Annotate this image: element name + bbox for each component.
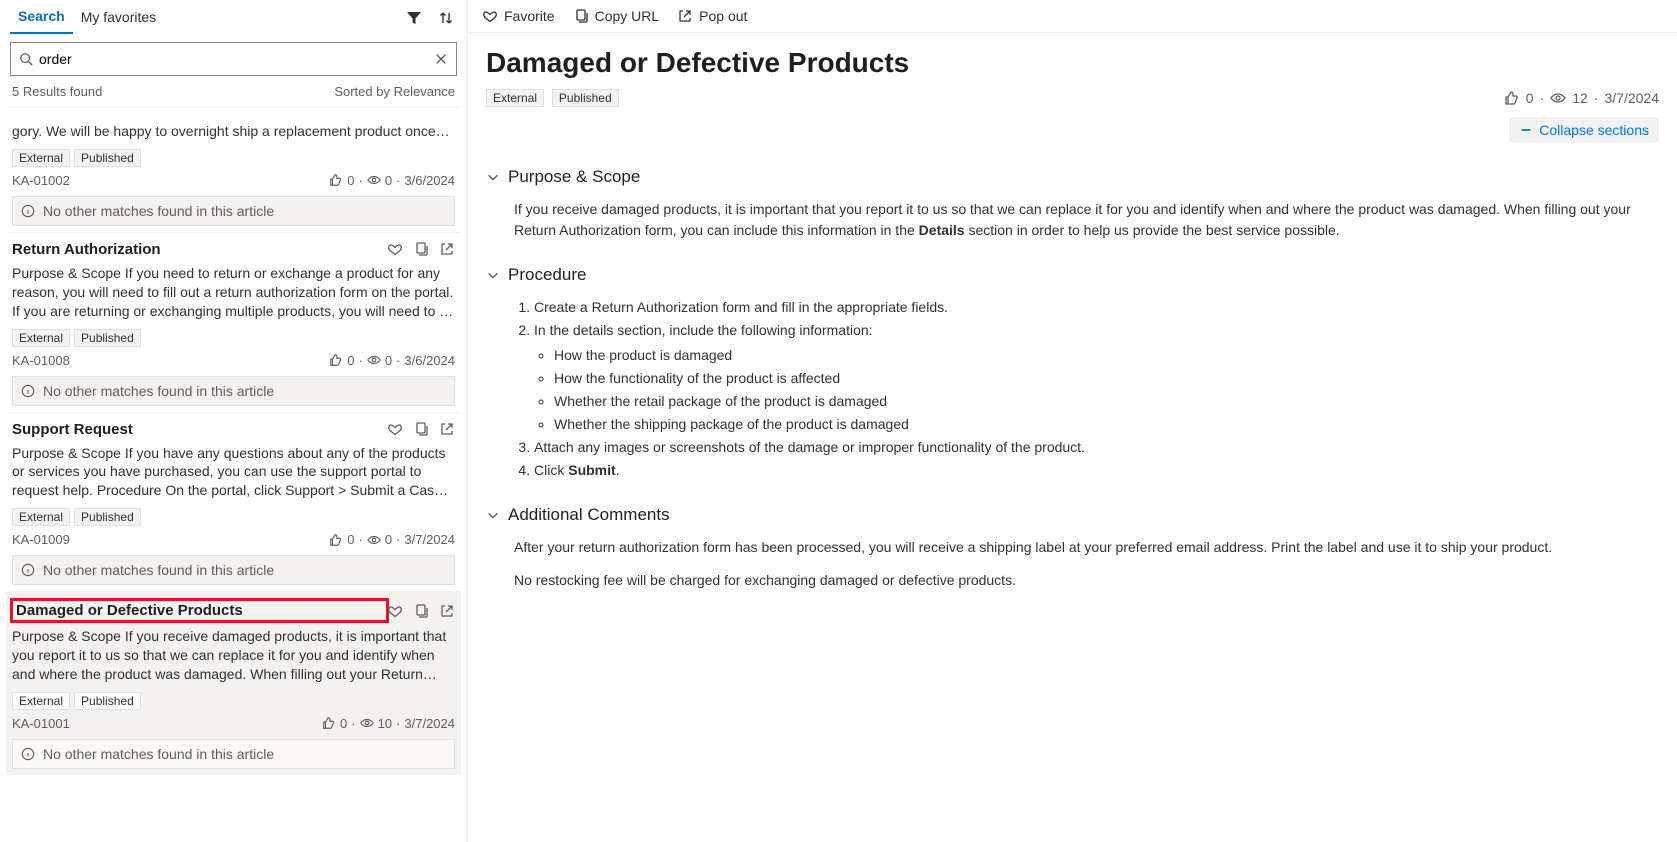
sort-icon[interactable] [435, 7, 457, 29]
result-card[interactable]: Return Authorization Purpose & Scope If y… [6, 232, 461, 412]
pop-out-icon[interactable] [439, 421, 455, 437]
procedure-list: Create a Return Authorization form and f… [534, 297, 1659, 481]
collapse-sections-button[interactable]: Collapse sections [1509, 117, 1659, 143]
section-purpose: Purpose & Scope If you receive damaged p… [486, 167, 1659, 241]
result-badges: ExternalPublished [12, 329, 455, 347]
favorite-button[interactable]: Favorite [482, 8, 555, 24]
article-stats: 0 · 12 · 3/7/2024 [1504, 90, 1659, 106]
badge: External [12, 508, 70, 526]
result-id: KA-01002 [12, 173, 329, 188]
section-toggle[interactable]: Purpose & Scope [486, 167, 1659, 187]
badge: External [12, 692, 70, 710]
badge: Published [74, 329, 141, 347]
badge: External [12, 329, 70, 347]
chevron-down-icon [486, 170, 500, 184]
result-snippet: Purpose & Scope If you have any question… [12, 444, 455, 501]
chevron-down-icon [486, 508, 500, 522]
result-snippet: Purpose & Scope If you receive damaged p… [12, 627, 455, 684]
search-input-wrapper [10, 42, 457, 76]
result-badges: ExternalPublished [12, 149, 455, 167]
section-toggle[interactable]: Procedure [486, 265, 1659, 285]
comments-p1: After your return authorization form has… [514, 537, 1659, 558]
heart-icon[interactable] [387, 241, 403, 257]
badge: External [12, 149, 70, 167]
filter-icon[interactable] [403, 7, 425, 29]
copy-icon[interactable] [413, 603, 429, 619]
section-comments: Additional Comments After your return au… [486, 505, 1659, 591]
result-id: KA-01009 [12, 532, 329, 547]
like-icon [1504, 90, 1520, 106]
pop-out-button[interactable]: Pop out [677, 8, 747, 24]
result-snippet: gory. We will be happy to overnight ship… [12, 122, 455, 141]
no-other-matches: No other matches found in this article [12, 376, 455, 406]
clear-icon[interactable] [434, 52, 448, 66]
results-count: 5 Results found [12, 84, 102, 99]
result-meta: KA-010010·10·3/7/2024 [12, 716, 455, 731]
search-input[interactable] [39, 51, 434, 67]
result-title: Damaged or Defective Products [12, 600, 387, 621]
tabs-row: Search My favorites [0, 0, 467, 36]
pop-out-icon[interactable] [439, 603, 455, 619]
heart-icon[interactable] [387, 603, 403, 619]
search-icon [19, 52, 33, 66]
tab-favorites[interactable]: My favorites [73, 3, 164, 33]
result-title: Support Request [12, 421, 387, 438]
results-list[interactable]: gory. We will be happy to overnight ship… [0, 107, 467, 842]
section-toggle[interactable]: Additional Comments [486, 505, 1659, 525]
result-id: KA-01008 [12, 353, 329, 368]
result-meta: KA-010090·0·3/7/2024 [12, 532, 455, 547]
section-procedure: Procedure Create a Return Authorization … [486, 265, 1659, 481]
badge: Published [74, 508, 141, 526]
article-toolbar: Favorite Copy URL Pop out [468, 0, 1677, 33]
article-title: Damaged or Defective Products [486, 47, 1659, 79]
article-body: Damaged or Defective Products External P… [468, 33, 1677, 623]
sorted-by: Sorted by Relevance [334, 84, 455, 99]
no-other-matches: No other matches found in this article [12, 555, 455, 585]
badge-external: External [486, 89, 544, 107]
article-badges: External Published [486, 89, 623, 107]
comments-p2: No restocking fee will be charged for ex… [514, 570, 1659, 591]
copy-icon[interactable] [413, 421, 429, 437]
pop-out-icon[interactable] [439, 241, 455, 257]
badge: Published [74, 692, 141, 710]
search-panel: Search My favorites 5 Results found Sort… [0, 0, 468, 842]
result-title: Return Authorization [12, 241, 387, 258]
result-card[interactable]: Damaged or Defective Products Purpose & S… [6, 591, 461, 775]
article-panel: Favorite Copy URL Pop out Damaged or Def… [468, 0, 1677, 842]
badge: Published [74, 149, 141, 167]
result-meta: KA-010080·0·3/6/2024 [12, 353, 455, 368]
result-meta: KA-010020·0·3/6/2024 [12, 173, 455, 188]
copy-url-button[interactable]: Copy URL [573, 8, 660, 24]
result-snippet: Purpose & Scope If you need to return or… [12, 264, 455, 321]
result-badges: ExternalPublished [12, 692, 455, 710]
purpose-text: If you receive damaged products, it is i… [514, 199, 1659, 241]
no-other-matches: No other matches found in this article [12, 196, 455, 226]
result-card[interactable]: Support Request Purpose & Scope If you ha… [6, 412, 461, 592]
chevron-down-icon [486, 268, 500, 282]
views-icon [1550, 90, 1566, 106]
result-card[interactable]: gory. We will be happy to overnight ship… [6, 107, 461, 232]
no-other-matches: No other matches found in this article [12, 739, 455, 769]
tab-search[interactable]: Search [10, 2, 73, 34]
result-id: KA-01001 [12, 716, 322, 731]
heart-icon[interactable] [387, 421, 403, 437]
result-badges: ExternalPublished [12, 508, 455, 526]
badge-published: Published [552, 89, 619, 107]
article-subheader: External Published 0 · 12 · 3/7/2024 [486, 89, 1659, 107]
results-meta: 5 Results found Sorted by Relevance [0, 84, 467, 107]
copy-icon[interactable] [413, 241, 429, 257]
